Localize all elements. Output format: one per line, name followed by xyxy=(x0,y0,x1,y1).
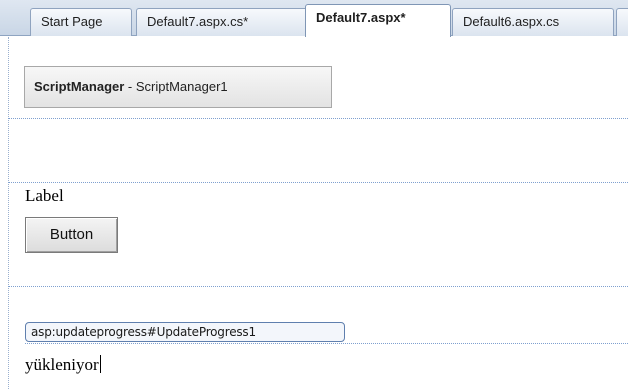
script-manager-separator: - xyxy=(124,79,136,94)
tab-label: Start Page xyxy=(41,14,103,29)
document-tab-strip: Start Page Default7.aspx.cs* Default7.as… xyxy=(0,0,628,37)
tab-default7-aspx[interactable]: Default7.aspx* xyxy=(305,4,451,37)
tab-start-page[interactable]: Start Page xyxy=(30,8,132,36)
label-control[interactable]: Label xyxy=(25,186,64,206)
update-panel-bottom-border xyxy=(8,286,628,287)
update-progress-content-area[interactable] xyxy=(25,343,628,379)
tab-overflow-partial[interactable] xyxy=(616,8,628,36)
update-progress-text[interactable]: yükleniyor xyxy=(25,355,101,375)
script-manager-type: ScriptManager xyxy=(34,79,125,94)
button-control[interactable]: Button xyxy=(25,217,118,253)
update-panel-content-top-border xyxy=(8,182,628,183)
update-panel-top-border xyxy=(8,118,628,119)
tab-label: Default7.aspx* xyxy=(316,10,406,25)
update-progress-tag[interactable]: asp:updateprogress#UpdateProgress1 xyxy=(25,322,345,342)
script-manager-control[interactable]: ScriptManager - ScriptManager1 xyxy=(24,66,332,108)
update-progress-text-value: yükleniyor xyxy=(25,355,99,374)
tab-label: Default7.aspx.cs* xyxy=(147,14,249,29)
visual-studio-designer: Start Page Default7.aspx.cs* Default7.as… xyxy=(0,0,628,389)
tab-default7-aspx-cs[interactable]: Default7.aspx.cs* xyxy=(136,8,308,36)
tab-default6-aspx-cs[interactable]: Default6.aspx.cs xyxy=(452,8,614,36)
text-caret xyxy=(99,355,101,373)
script-manager-id: ScriptManager1 xyxy=(135,79,228,94)
tab-label: Default6.aspx.cs xyxy=(463,14,560,29)
